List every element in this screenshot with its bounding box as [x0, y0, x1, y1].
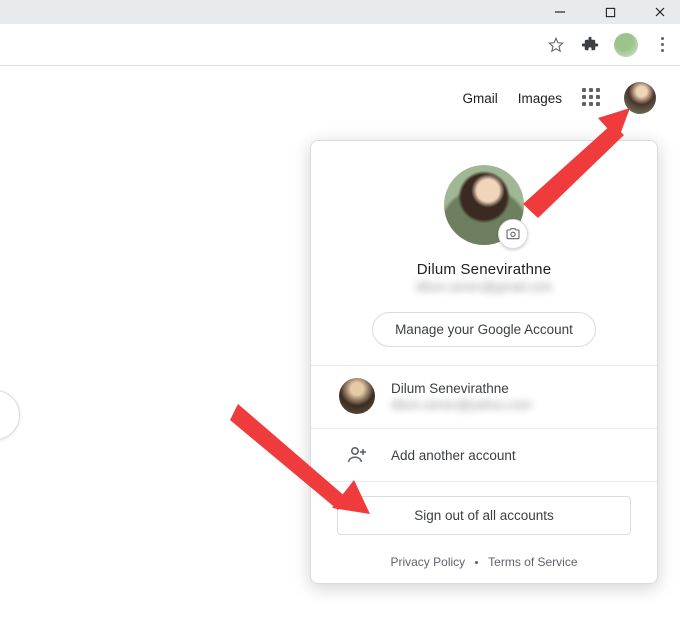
bookmark-star-icon[interactable]	[546, 35, 566, 55]
divider	[311, 428, 657, 429]
account-row[interactable]: Dilum Senevirathne dilum.senev@yahoo.com	[311, 366, 657, 426]
account-row-name: Dilum Senevirathne	[391, 381, 532, 396]
google-apps-icon[interactable]	[582, 88, 602, 108]
add-account-row[interactable]: Add another account	[311, 431, 657, 479]
minimize-button[interactable]	[546, 0, 574, 24]
avatar-large-wrap	[444, 165, 524, 245]
add-account-label: Add another account	[391, 448, 516, 463]
terms-link[interactable]: Terms of Service	[488, 555, 577, 569]
account-hero: Dilum Senevirathne dilum.senev@gmail.com…	[311, 141, 657, 366]
kebab-menu-icon[interactable]	[652, 35, 672, 55]
page-edge-circle	[0, 390, 20, 440]
maximize-button[interactable]	[596, 0, 624, 24]
account-email: dilum.senev@gmail.com	[416, 280, 552, 294]
sign-out-button[interactable]: Sign out of all accounts	[337, 496, 631, 535]
images-link[interactable]: Images	[518, 91, 562, 106]
person-add-icon	[339, 443, 375, 467]
account-row-email: dilum.senev@yahoo.com	[391, 398, 532, 412]
manage-account-button[interactable]: Manage your Google Account	[372, 312, 596, 347]
separator-dot	[475, 561, 478, 564]
browser-toolbar	[0, 24, 680, 66]
account-row-avatar	[339, 378, 375, 414]
window-titlebar	[0, 0, 680, 24]
account-popup: Dilum Senevirathne dilum.senev@gmail.com…	[310, 140, 658, 584]
account-avatar[interactable]	[624, 82, 656, 114]
google-top-nav: Gmail Images	[0, 66, 680, 114]
divider	[311, 481, 657, 482]
chrome-profile-avatar[interactable]	[614, 33, 638, 57]
close-button[interactable]	[646, 0, 674, 24]
account-name: Dilum Senevirathne	[417, 261, 552, 278]
extensions-icon[interactable]	[580, 35, 600, 55]
privacy-link[interactable]: Privacy Policy	[390, 555, 465, 569]
popup-footer: Privacy Policy Terms of Service	[311, 541, 657, 569]
gmail-link[interactable]: Gmail	[462, 91, 497, 106]
camera-icon[interactable]	[498, 219, 528, 249]
